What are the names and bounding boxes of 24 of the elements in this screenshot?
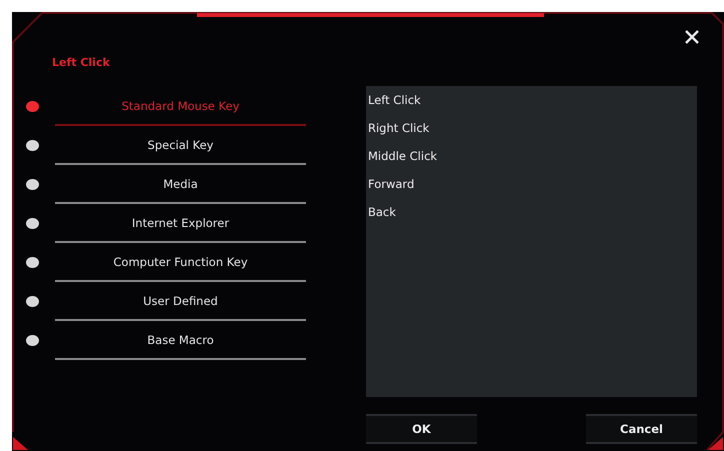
category-option[interactable]: Base Macro xyxy=(55,321,306,360)
list-item[interactable]: Back xyxy=(366,202,697,230)
radio-button[interactable] xyxy=(26,179,39,190)
list-item[interactable]: Left Click xyxy=(366,90,697,118)
ok-button[interactable]: OK xyxy=(366,414,477,444)
close-icon xyxy=(684,29,700,45)
close-button[interactable] xyxy=(684,29,700,45)
radio-button[interactable] xyxy=(26,257,39,268)
list-item[interactable]: Forward xyxy=(366,174,697,202)
radio-button[interactable] xyxy=(26,296,39,307)
category-option[interactable]: Special Key xyxy=(55,126,306,165)
category-option[interactable]: User Defined xyxy=(55,282,306,321)
category-option[interactable]: Standard Mouse Key xyxy=(55,87,306,126)
radio-button[interactable] xyxy=(26,218,39,229)
list-item[interactable]: Middle Click xyxy=(366,146,697,174)
category-option[interactable]: Internet Explorer xyxy=(55,204,306,243)
dialog-heading: Left Click xyxy=(52,56,111,69)
list-item[interactable]: Right Click xyxy=(366,118,697,146)
category-option[interactable]: Computer Function Key xyxy=(55,243,306,282)
radio-button[interactable] xyxy=(26,335,39,346)
radio-button[interactable] xyxy=(26,101,39,112)
category-option[interactable]: Media xyxy=(55,165,306,204)
radio-button[interactable] xyxy=(26,140,39,151)
cancel-button[interactable]: Cancel xyxy=(586,414,697,444)
